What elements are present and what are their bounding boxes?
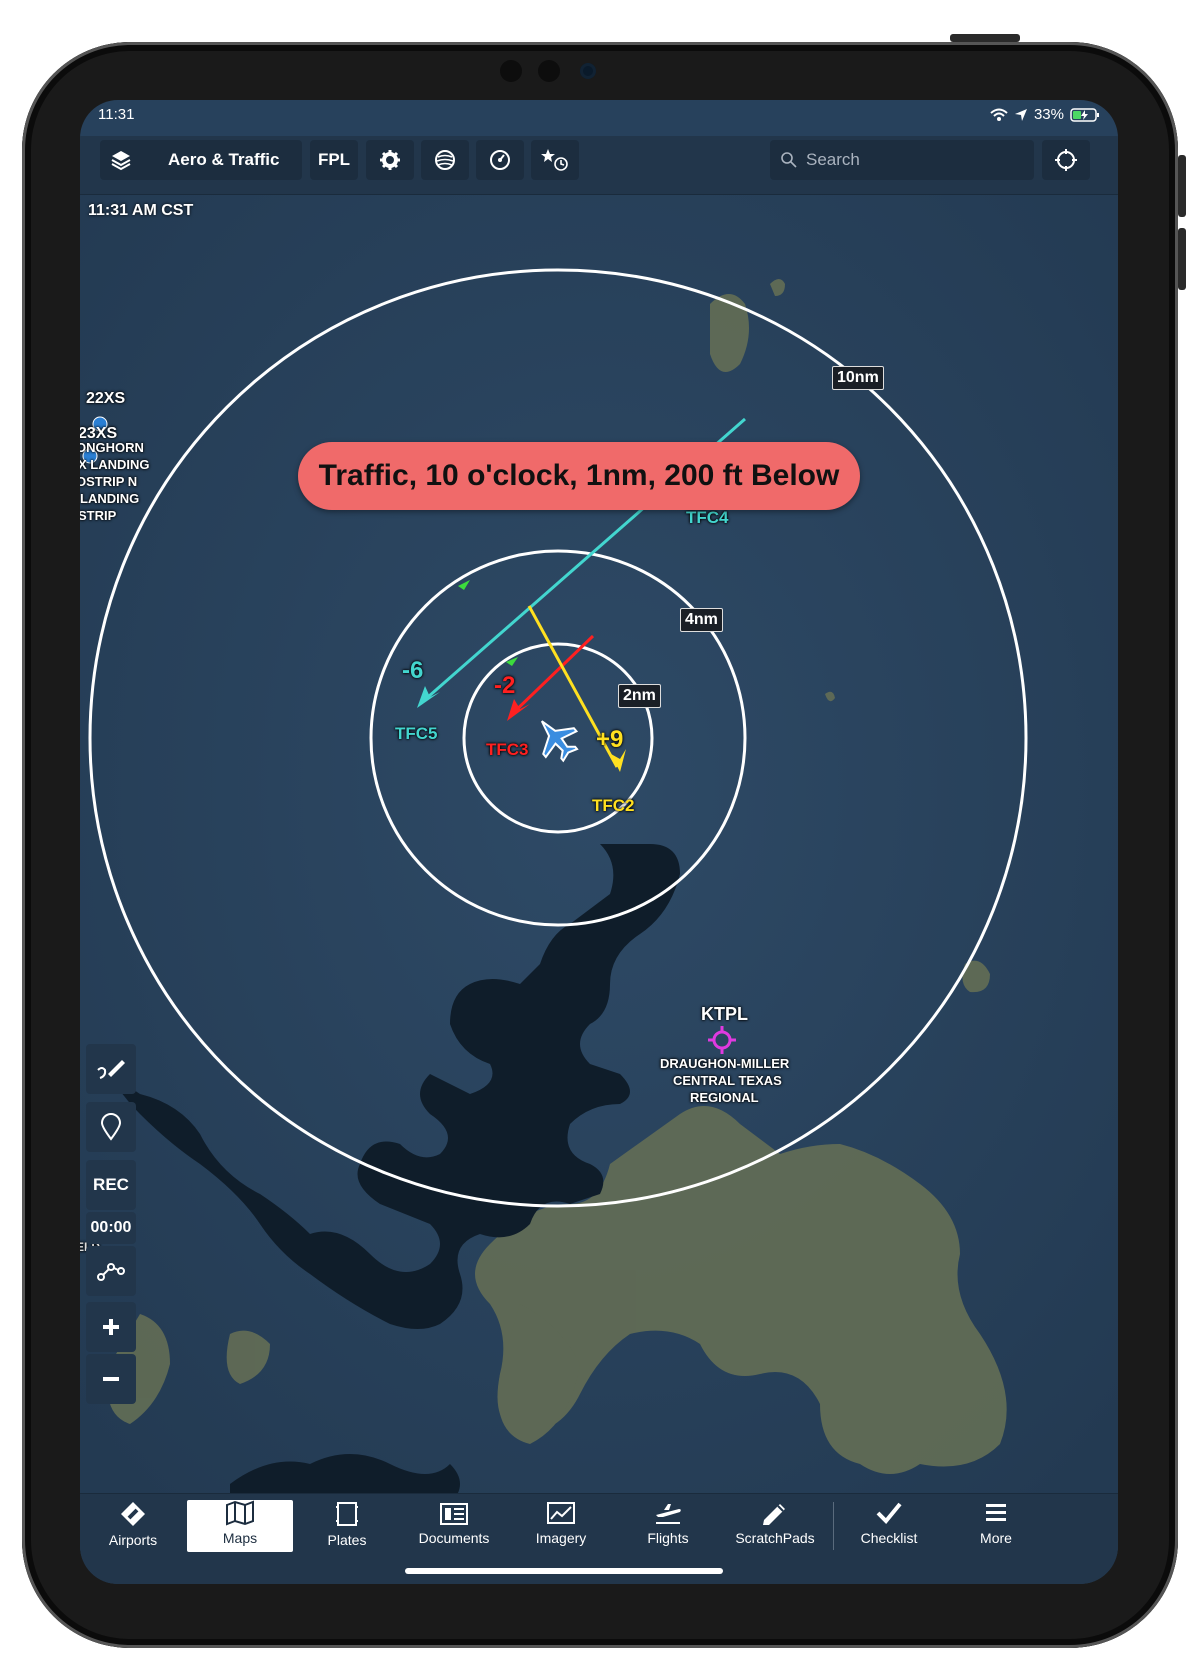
tfc4-id: TFC4 [686, 508, 729, 527]
tfc2-alt: +9 [596, 726, 624, 753]
battery-percent: 33% [1033, 106, 1064, 123]
tab-imagery[interactable]: Imagery [508, 1500, 614, 1552]
tab-documents[interactable]: Documents [401, 1500, 507, 1552]
plates-icon [336, 1502, 358, 1526]
tab-checklist[interactable]: Checklist [836, 1500, 942, 1552]
left-label-4: OSTRIP N [80, 474, 138, 489]
weather-button[interactable] [421, 140, 469, 180]
layers-button[interactable]: Aero & Traffic [100, 140, 302, 180]
weather-globe-icon [435, 150, 455, 170]
tab-flights-label: Flights [647, 1530, 689, 1546]
left-label-2: ONGHORN [80, 440, 144, 455]
volume-up-button [1178, 155, 1186, 217]
minus-icon [103, 1377, 119, 1381]
airport-ktpl-name-1: DRAUGHON-MILLER [660, 1056, 790, 1071]
airport-ktpl-name-2: CENTRAL TEXAS [673, 1073, 782, 1088]
tab-plates[interactable]: Plates [294, 1500, 400, 1552]
tab-maps[interactable]: Maps [187, 1500, 293, 1552]
battery-charging-icon [1070, 107, 1099, 122]
top-button [950, 34, 1020, 42]
imagery-icon [547, 1502, 575, 1524]
search-input[interactable] [804, 149, 1008, 171]
ring-label-inner: 2nm [618, 684, 661, 708]
settings-button[interactable] [366, 140, 414, 180]
record-timer: 00:00 [86, 1212, 136, 1244]
left-label-6: STRIP [80, 508, 117, 523]
documents-icon [440, 1503, 468, 1525]
fpl-button[interactable]: FPL [310, 140, 358, 180]
home-indicator[interactable] [405, 1568, 723, 1574]
gauge-icon [490, 150, 510, 170]
place-pin-button[interactable] [86, 1102, 136, 1152]
route-button[interactable] [86, 1246, 136, 1296]
layers-label: Aero & Traffic [168, 150, 280, 169]
scratchpads-icon [763, 1504, 785, 1525]
tab-airports-label: Airports [108, 1532, 158, 1548]
map-toolbar: Aero & Traffic FPL [80, 136, 1118, 195]
gear-icon [380, 150, 400, 170]
favorites-recents-button[interactable] [531, 140, 579, 180]
map-timestamp: 11:31 AM CST [88, 202, 194, 219]
pencil-draw-icon [97, 1060, 125, 1079]
tfc5-id: TFC5 [395, 724, 438, 743]
tab-plates-label: Plates [327, 1532, 367, 1548]
airport-ktpl-name-3: REGIONAL [690, 1090, 759, 1105]
instruments-button[interactable] [476, 140, 524, 180]
status-bar: 11:31 33% [80, 100, 1118, 136]
search-icon [781, 152, 797, 168]
layers-icon [111, 151, 131, 171]
bottom-tab-bar: Airports Maps Plates Documents Imagery F… [80, 1493, 1118, 1584]
tab-scratchpads-label: ScratchPads [735, 1530, 815, 1546]
zoom-out-button[interactable] [86, 1354, 136, 1404]
tab-documents-label: Documents [418, 1530, 490, 1546]
front-camera [500, 60, 610, 82]
tab-scratchpads[interactable]: ScratchPads [722, 1500, 828, 1552]
more-icon [986, 1504, 1006, 1521]
star-clock-icon [541, 149, 568, 171]
tab-imagery-label: Imagery [535, 1530, 587, 1546]
status-time: 11:31 [98, 106, 135, 123]
volume-down-button [1178, 228, 1186, 290]
wifi-icon [990, 108, 1008, 121]
zoom-in-button[interactable] [86, 1302, 136, 1352]
left-label-3: X LANDING [80, 457, 150, 472]
left-label-22xs: 22XS [86, 390, 126, 407]
airport-ktpl-id[interactable]: KTPL [701, 1004, 748, 1025]
tab-airports[interactable]: Airports [80, 1500, 186, 1552]
traffic-alert-banner[interactable]: Traffic, 10 o'clock, 1nm, 200 ft Below [298, 442, 860, 510]
route-icon [97, 1263, 125, 1281]
moving-map[interactable]: 10nm 4nm 2nm -6 TFC4 -6 TFC5 -2 TFC3 +9 … [80, 194, 1118, 1514]
tfc5-alt: -6 [402, 657, 424, 684]
map-canvas[interactable] [80, 194, 1118, 1514]
left-label-5: LANDING [80, 491, 140, 506]
airports-icon [121, 1502, 145, 1526]
record-button[interactable]: REC [86, 1160, 136, 1210]
tfc2-id: TFC2 [592, 796, 635, 815]
tfc3-id: TFC3 [486, 740, 529, 759]
checklist-icon [876, 1502, 902, 1524]
maps-icon [226, 1500, 254, 1526]
map-pin-icon [100, 1113, 122, 1141]
center-location-button[interactable] [1042, 140, 1090, 180]
tab-divider [833, 1502, 834, 1550]
location-arrow-icon [1014, 108, 1027, 121]
plus-icon [103, 1319, 119, 1335]
app-screen: 10nm 4nm 2nm -6 TFC4 -6 TFC5 -2 TFC3 +9 … [80, 100, 1118, 1584]
tab-more[interactable]: More [943, 1500, 1049, 1552]
tab-more-label: More [980, 1530, 1012, 1546]
crosshair-icon [1055, 149, 1077, 171]
ring-label-middle: 4nm [680, 608, 723, 632]
draw-button[interactable] [86, 1044, 136, 1094]
tfc3-alt: -2 [494, 672, 516, 699]
flights-icon [656, 1504, 681, 1524]
tab-maps-label: Maps [222, 1530, 258, 1546]
tab-flights[interactable]: Flights [615, 1500, 721, 1552]
search-box[interactable] [770, 140, 1034, 180]
tab-checklist-label: Checklist [860, 1530, 918, 1546]
ring-label-outer: 10nm [832, 366, 884, 390]
